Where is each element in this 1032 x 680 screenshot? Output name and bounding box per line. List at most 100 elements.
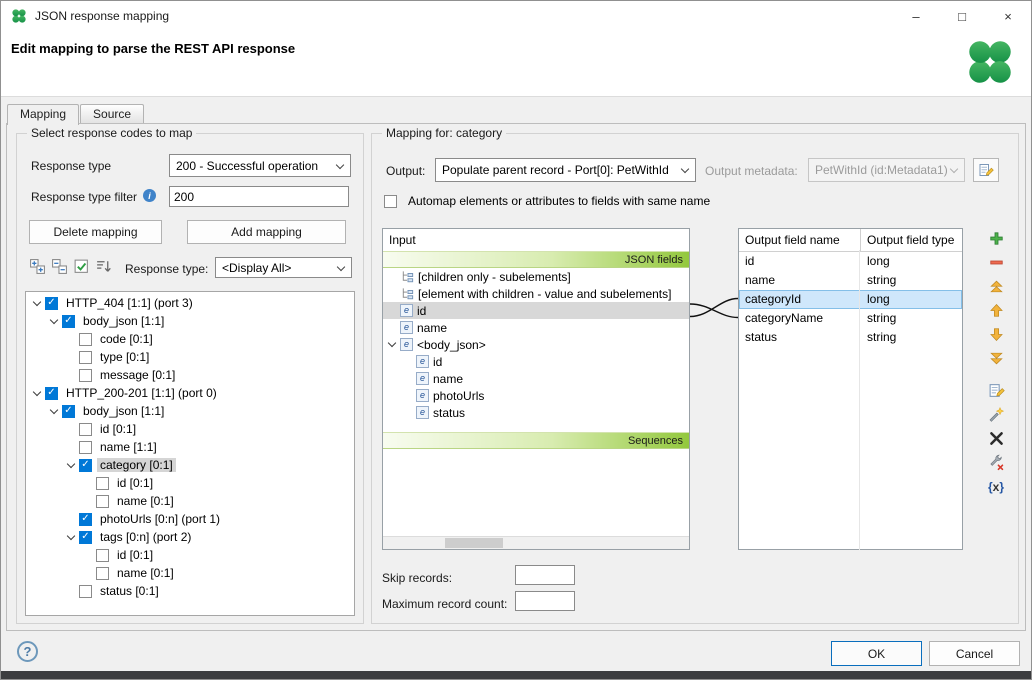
tree-item[interactable]: category [0:1] (26, 456, 354, 474)
tree-item[interactable]: id [0:1] (26, 546, 354, 564)
tree-checkbox[interactable] (79, 369, 92, 382)
tree-checkbox[interactable] (96, 567, 109, 580)
collapse-all-icon[interactable] (51, 258, 68, 275)
tree-checkbox[interactable] (96, 549, 109, 562)
tree-checkbox[interactable] (79, 531, 92, 544)
sort-icon[interactable] (95, 258, 112, 275)
output-field-row[interactable]: idlong (739, 252, 962, 271)
tree-checkbox[interactable] (96, 495, 109, 508)
cancel-button[interactable]: Cancel (929, 641, 1020, 666)
tree-checkbox[interactable] (79, 585, 92, 598)
tree-item[interactable]: body_json [1:1] (26, 402, 354, 420)
ok-button[interactable]: OK (831, 641, 922, 666)
move-bottom-icon[interactable] (988, 350, 1005, 367)
output-field-row[interactable]: categoryNamestring (739, 309, 962, 328)
output-field-name: status (739, 328, 861, 347)
tree-item[interactable]: id [0:1] (26, 420, 354, 438)
input-tree-item[interactable]: [children only - subelements] (383, 268, 689, 285)
response-filter-input[interactable] (169, 186, 349, 207)
tree-item[interactable]: HTTP_200-201 [1:1] (port 0) (26, 384, 354, 402)
remove-field-icon[interactable] (988, 254, 1005, 271)
output-select[interactable]: Populate parent record - Port[0]: PetWit… (435, 158, 696, 182)
tree-filter-select[interactable]: <Display All> (215, 257, 352, 278)
tree-item-label: name [0:1] (114, 566, 177, 580)
tree-item-label: body_json [1:1] (80, 404, 167, 418)
delete-mapping-button[interactable]: Delete mapping (29, 220, 162, 244)
input-tree-item[interactable]: ename (383, 370, 689, 387)
tree-checkbox[interactable] (45, 297, 58, 310)
expander-icon[interactable] (47, 312, 62, 330)
tree-item[interactable]: name [1:1] (26, 438, 354, 456)
tab-mapping[interactable]: Mapping (7, 104, 79, 125)
minimize-button[interactable]: – (893, 1, 939, 31)
output-field-row[interactable]: statusstring (739, 328, 962, 347)
output-field-row[interactable]: categoryIdlong (739, 290, 962, 309)
output-field-row[interactable]: namestring (739, 271, 962, 290)
automap-checkbox[interactable] (384, 195, 397, 208)
scrollbar-thumb[interactable] (445, 538, 503, 548)
tree-item[interactable]: HTTP_404 [1:1] (port 3) (26, 294, 354, 312)
add-field-icon[interactable] (988, 230, 1005, 247)
automap-wand-icon[interactable] (988, 406, 1005, 423)
tree-item[interactable]: status [0:1] (26, 582, 354, 600)
max-record-count-input[interactable] (515, 591, 575, 611)
tree-item[interactable]: name [0:1] (26, 564, 354, 582)
info-icon[interactable]: i (143, 189, 156, 202)
expander-icon[interactable] (30, 294, 45, 312)
tree-checkbox[interactable] (79, 459, 92, 472)
move-top-icon[interactable] (988, 278, 1005, 295)
tree-checkbox[interactable] (62, 315, 75, 328)
input-tree-item[interactable]: eid (383, 302, 689, 319)
input-tree-item[interactable]: e<body_json> (383, 336, 689, 353)
tree-item[interactable]: id [0:1] (26, 474, 354, 492)
close-button[interactable]: × (985, 1, 1031, 31)
response-type-select[interactable]: 200 - Successful operation (169, 154, 351, 177)
tree-item[interactable]: body_json [1:1] (26, 312, 354, 330)
expander-icon[interactable] (47, 402, 62, 420)
column-header-field-type[interactable]: Output field type (861, 229, 962, 251)
tree-checkbox[interactable] (79, 333, 92, 346)
expander-icon[interactable] (64, 528, 79, 546)
edit-metadata-button[interactable] (973, 158, 999, 182)
titlebar[interactable]: JSON response mapping – □ × (1, 1, 1031, 31)
expand-all-icon[interactable] (29, 258, 46, 275)
clear-mapping-icon[interactable] (988, 454, 1005, 471)
expander-icon[interactable] (64, 456, 79, 474)
tab-source[interactable]: Source (80, 104, 144, 123)
window-controls: – □ × (893, 1, 1031, 31)
input-tree-item[interactable]: ephotoUrls (383, 387, 689, 404)
tree-item[interactable]: type [0:1] (26, 348, 354, 366)
tree-checkbox[interactable] (96, 477, 109, 490)
cancel-mapping-icon[interactable] (988, 430, 1005, 447)
input-tree-item[interactable]: ename (383, 319, 689, 336)
tree-item[interactable]: tags [0:n] (port 2) (26, 528, 354, 546)
help-button[interactable]: ? (17, 641, 38, 662)
input-tree-item[interactable]: [element with children - value and subel… (383, 285, 689, 302)
tree-item[interactable]: code [0:1] (26, 330, 354, 348)
tree-item[interactable]: photoUrls [0:n] (port 1) (26, 510, 354, 528)
expander-spacer (386, 319, 400, 336)
tree-item[interactable]: name [0:1] (26, 492, 354, 510)
expander-icon[interactable] (386, 336, 400, 353)
column-header-field-name[interactable]: Output field name (739, 229, 861, 251)
check-visible-icon[interactable] (73, 258, 90, 275)
move-up-icon[interactable] (988, 302, 1005, 319)
add-mapping-button[interactable]: Add mapping (187, 220, 346, 244)
tree-checkbox[interactable] (79, 351, 92, 364)
tree-item[interactable]: message [0:1] (26, 366, 354, 384)
horizontal-scrollbar[interactable] (383, 536, 689, 549)
move-down-icon[interactable] (988, 326, 1005, 343)
tree-checkbox[interactable] (62, 405, 75, 418)
input-tree-item[interactable]: estatus (383, 404, 689, 421)
tree-checkbox[interactable] (79, 441, 92, 454)
edit-field-icon[interactable] (988, 382, 1005, 399)
skip-records-input[interactable] (515, 565, 575, 585)
tree-checkbox[interactable] (79, 423, 92, 436)
tree-checkbox[interactable] (45, 387, 58, 400)
tree-item-label: id [0:1] (114, 476, 156, 490)
input-tree-item[interactable]: eid (383, 353, 689, 370)
expander-icon[interactable] (30, 384, 45, 402)
maximize-button[interactable]: □ (939, 1, 985, 31)
ctl-expression-icon[interactable]: {x} (988, 478, 1005, 495)
tree-checkbox[interactable] (79, 513, 92, 526)
